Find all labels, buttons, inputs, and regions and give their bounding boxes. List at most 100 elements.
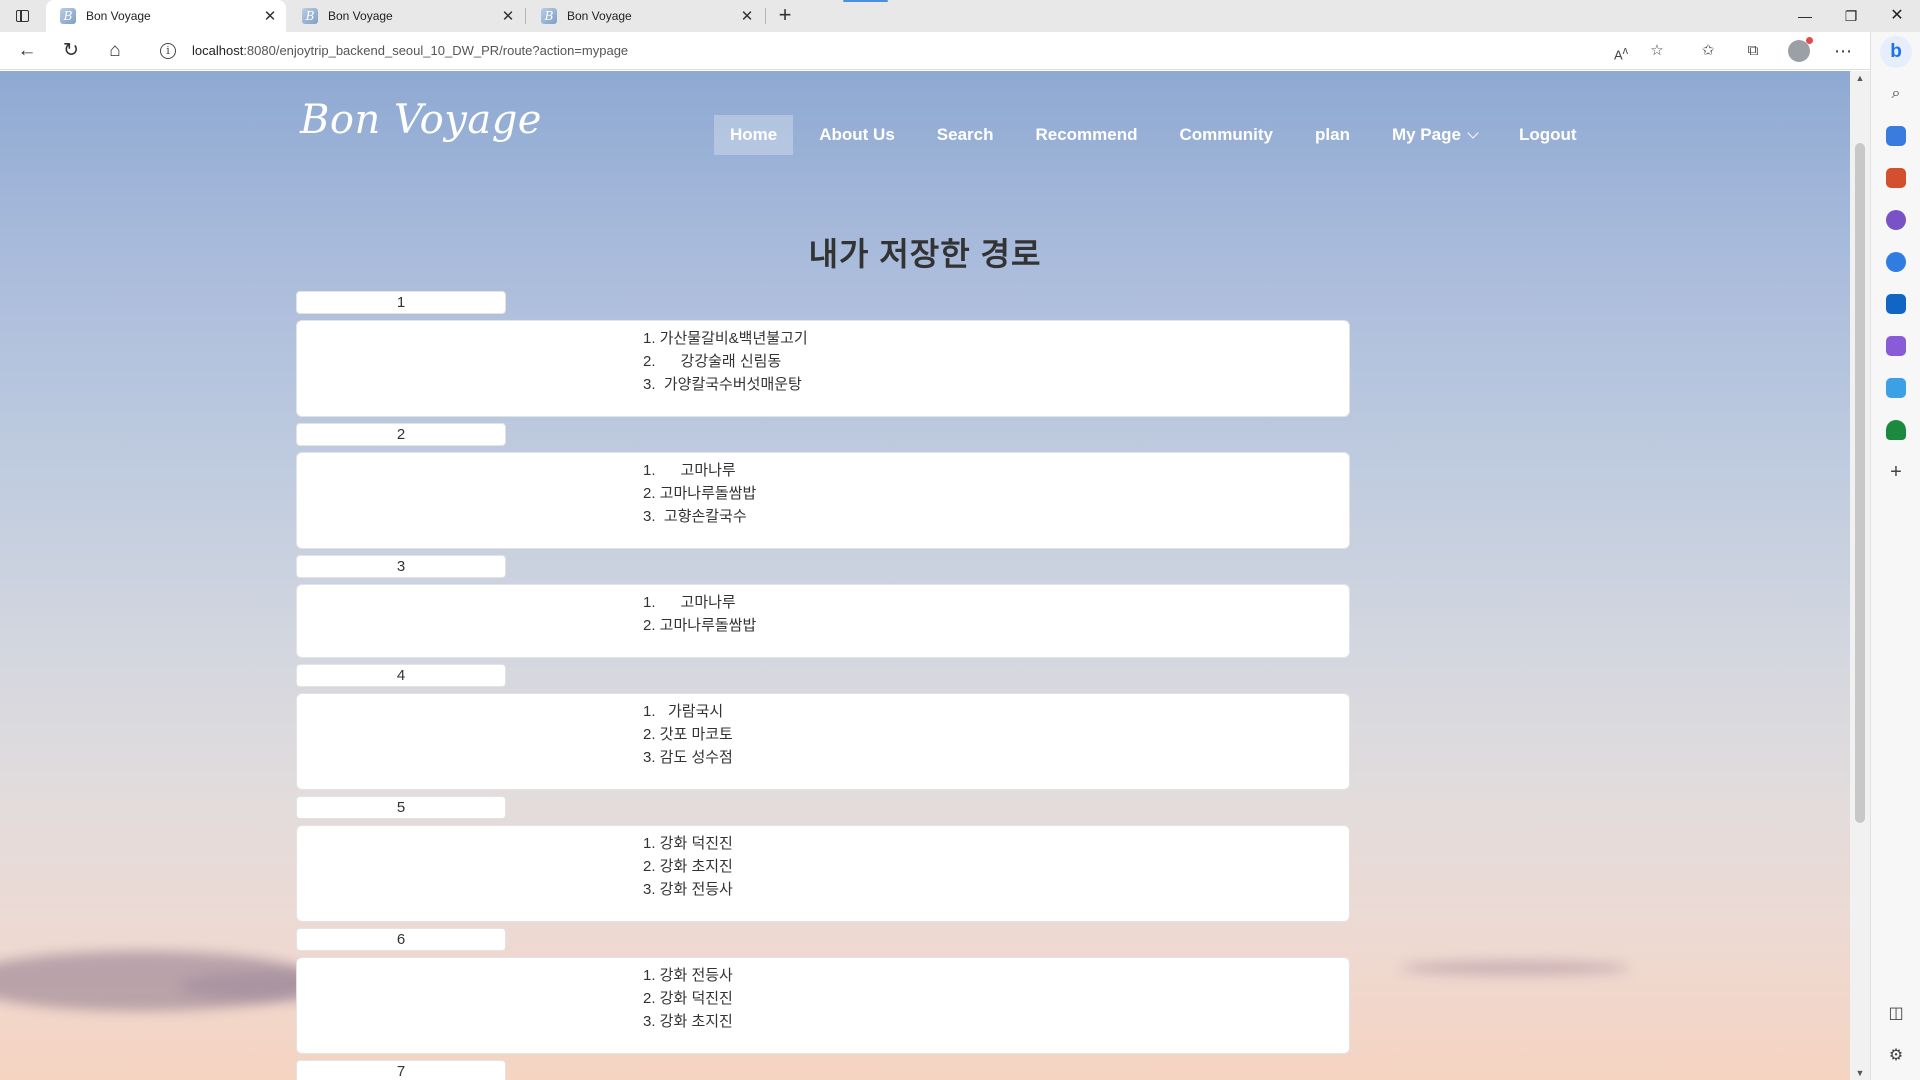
route-stop: 3. 가양칼국수버섯매운탕 <box>643 376 802 393</box>
site-favicon-icon: B <box>541 8 557 24</box>
reload-icon[interactable]: ↻ <box>56 36 86 66</box>
route-stop: 2. 고마나루돌쌈밥 <box>643 485 757 502</box>
route-stop: 2. 갓포 마코토 <box>643 726 733 743</box>
tab-title: Bon Voyage <box>567 9 632 23</box>
route-number-label: 4 <box>296 664 506 687</box>
tab-divider <box>525 8 526 24</box>
route-card[interactable]: 1. 가산물갈비&백년불고기 2. 강강술래 신림동 3. 가양칼국수버섯매운탕 <box>296 320 1350 417</box>
route-card[interactable]: 1. 강화 전등사 2. 강화 덕진진 3. 강화 초지진 <box>296 957 1350 1054</box>
restore-icon[interactable]: ❐ <box>1828 0 1874 32</box>
back-icon[interactable]: ← <box>12 36 42 66</box>
tab-divider <box>765 8 766 24</box>
browser-sidebar: b ⌕ + ◫ ⚙ <box>1870 32 1920 1080</box>
tools-briefcase-icon[interactable] <box>1886 168 1906 188</box>
url-field[interactable]: i localhost:8080/enjoytrip_backend_seoul… <box>146 36 1726 66</box>
browser-tab-2[interactable]: B Bon Voyage ✕ <box>288 0 524 32</box>
url-host: localhost <box>192 43 244 58</box>
microsoft-365-icon[interactable] <box>1886 252 1906 272</box>
route-number-label: 2 <box>296 423 506 446</box>
nav-my-page-label: My Page <box>1391 125 1461 144</box>
nav-recommend[interactable]: Recommend <box>1019 115 1153 155</box>
more-options-icon[interactable]: ⋯ <box>1828 36 1858 66</box>
nav-about-us[interactable]: About Us <box>803 115 911 155</box>
route-stop: 1. 가람국시 <box>643 703 724 720</box>
bing-copilot-icon[interactable]: b <box>1880 36 1912 68</box>
route-stop: 1. 강화 덕진진 <box>643 835 733 852</box>
route-stop: 3. 감도 성수점 <box>643 749 733 766</box>
close-tab-icon[interactable]: ✕ <box>498 7 518 25</box>
tab-scroll-indicator <box>843 0 888 2</box>
route-item: 1 1. 가산물갈비&백년불고기 2. 강강술래 신림동 3. 가양칼국수버섯매운탕 <box>296 291 1350 417</box>
add-sidebar-app-icon[interactable]: + <box>1886 462 1906 482</box>
nav-plan[interactable]: plan <box>1299 115 1366 155</box>
nav-home[interactable]: Home <box>714 115 794 155</box>
address-bar: ← ↻ ⌂ i localhost:8080/enjoytrip_backend… <box>0 32 1920 70</box>
send-icon[interactable] <box>1886 378 1906 398</box>
favorites-icon[interactable]: ✩ <box>1693 36 1723 66</box>
browser-tab-3[interactable]: B Bon Voyage ✕ <box>527 0 763 32</box>
new-tab-icon[interactable]: + <box>772 3 798 29</box>
sidebar-panel-icon[interactable]: ◫ <box>1886 1004 1906 1024</box>
settings-gear-icon[interactable]: ⚙ <box>1886 1046 1906 1066</box>
route-stop: 2. 강화 초지진 <box>643 858 733 875</box>
saved-routes-list: 1 1. 가산물갈비&백년불고기 2. 강강술래 신림동 3. 가양칼국수버섯매운탕 2… <box>296 291 1350 1080</box>
route-number-label: 7 <box>296 1060 506 1080</box>
games-icon[interactable] <box>1886 210 1906 230</box>
scroll-up-icon[interactable]: ▲ <box>1850 73 1870 83</box>
scroll-down-icon[interactable]: ▼ <box>1850 1068 1870 1078</box>
search-icon[interactable]: ⌕ <box>1886 84 1906 104</box>
scrollbar-thumb[interactable] <box>1855 143 1865 823</box>
route-item: 4 1. 가람국시 2. 갓포 마코토 3. 감도 성수점 <box>296 664 1350 790</box>
route-stop: 3. 고향손칼국수 <box>643 508 747 525</box>
home-icon[interactable]: ⌂ <box>100 36 130 66</box>
tree-icon[interactable] <box>1886 420 1906 440</box>
route-stop: 3. 강화 전등사 <box>643 881 733 898</box>
route-item: 3 1. 고마나루 2. 고마나루돌쌈밥 <box>296 555 1350 658</box>
minimize-icon[interactable]: — <box>1782 0 1828 32</box>
profile-avatar[interactable] <box>1788 37 1813 62</box>
route-number-label: 3 <box>296 555 506 578</box>
outlook-icon[interactable] <box>1886 294 1906 314</box>
route-card[interactable]: 1. 고마나루 2. 고마나루돌쌈밥 3. 고향손칼국수 <box>296 452 1350 549</box>
nav-logout[interactable]: Logout <box>1503 115 1593 155</box>
close-tab-icon[interactable]: ✕ <box>260 7 280 25</box>
tab-actions-icon[interactable] <box>12 6 34 26</box>
route-stop: 1. 고마나루 <box>643 594 736 611</box>
designer-icon[interactable] <box>1886 336 1906 356</box>
main-navigation: Home About Us Search Recommend Community… <box>714 115 1603 155</box>
route-card[interactable]: 1. 고마나루 2. 고마나루돌쌈밥 <box>296 584 1350 658</box>
tab-strip: B Bon Voyage ✕ B Bon Voyage ✕ B Bon Voya… <box>0 0 1920 32</box>
route-card[interactable]: 1. 강화 덕진진 2. 강화 초지진 3. 강화 전등사 <box>296 825 1350 922</box>
site-info-icon[interactable]: i <box>160 43 176 59</box>
add-favorite-icon[interactable]: ☆ <box>1642 36 1672 66</box>
nav-my-page[interactable]: My Page <box>1376 115 1493 155</box>
route-item: 7 <box>296 1060 1350 1080</box>
route-stop: 1. 강화 전등사 <box>643 967 733 984</box>
page-scrollbar[interactable]: ▲ ▼ <box>1850 71 1870 1080</box>
route-number-label: 6 <box>296 928 506 951</box>
nav-search[interactable]: Search <box>921 115 1010 155</box>
read-aloud-icon[interactable]: Aʌ <box>1606 36 1636 66</box>
collections-icon[interactable]: ⧉ <box>1738 36 1768 66</box>
site-logo[interactable]: Bon Voyage <box>300 97 542 143</box>
url-text[interactable]: localhost:8080/enjoytrip_backend_seoul_1… <box>192 36 628 66</box>
url-path: :8080/enjoytrip_backend_seoul_10_DW_PR/r… <box>243 43 629 58</box>
shopping-tag-icon[interactable] <box>1886 126 1906 146</box>
site-favicon-icon: B <box>302 8 318 24</box>
page-viewport: Bon Voyage Home About Us Search Recommen… <box>0 71 1850 1080</box>
tab-title: Bon Voyage <box>328 9 393 23</box>
route-item: 6 1. 강화 전등사 2. 강화 덕진진 3. 강화 초지진 <box>296 928 1350 1054</box>
route-number-label: 5 <box>296 796 506 819</box>
browser-tab-1[interactable]: B Bon Voyage ✕ <box>46 0 286 32</box>
route-card[interactable]: 1. 가람국시 2. 갓포 마코토 3. 감도 성수점 <box>296 693 1350 790</box>
route-stop: 2. 강화 덕진진 <box>643 990 733 1007</box>
route-stop: 3. 강화 초지진 <box>643 1013 733 1030</box>
route-stop: 1. 고마나루 <box>643 462 736 479</box>
route-number-label: 1 <box>296 291 506 314</box>
cloud-decoration <box>1400 961 1630 975</box>
site-favicon-icon: B <box>60 8 76 24</box>
close-tab-icon[interactable]: ✕ <box>737 7 757 25</box>
close-window-icon[interactable]: ✕ <box>1874 0 1920 32</box>
tab-title: Bon Voyage <box>86 9 151 23</box>
nav-community[interactable]: Community <box>1164 115 1290 155</box>
